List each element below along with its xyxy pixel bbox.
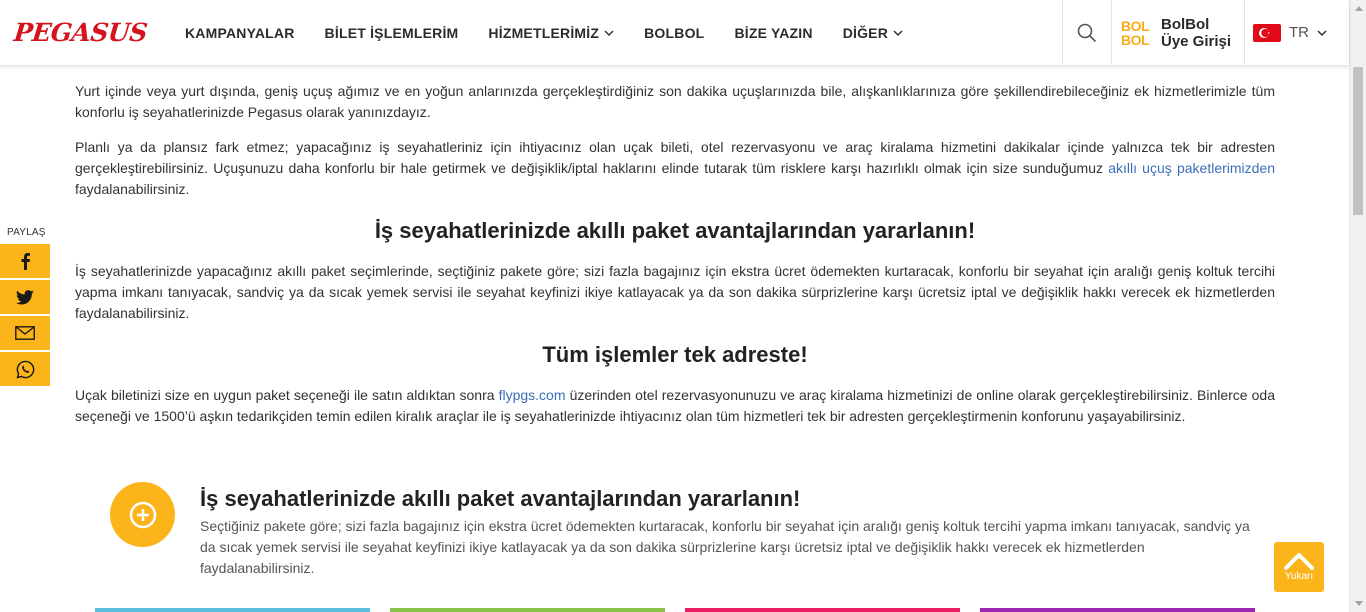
facebook-icon [21, 253, 30, 270]
feature-title: İş seyahatlerinizde akıllı paket avantaj… [200, 486, 801, 511]
packages-paragraph: İş seyahatlerinizde yapacağınız akıllı p… [75, 263, 1275, 321]
nav-bolbol[interactable]: BOLBOL [644, 25, 704, 41]
chevron-down-icon [604, 29, 614, 36]
language-code: TR [1289, 24, 1309, 41]
feature-text: Seçtiğiniz pakete göre; sizi fazla bagaj… [200, 518, 1250, 576]
card-top-bar [685, 608, 960, 612]
search-icon [1077, 23, 1097, 42]
nav-diger[interactable]: DİĞER [843, 25, 903, 41]
pegasus-logo[interactable]: PEGASUS [12, 18, 148, 47]
card-top-bar [390, 608, 665, 612]
scroll-down-arrow[interactable] [1350, 595, 1366, 612]
card-top-bar [980, 608, 1255, 612]
section-heading: İş seyahatlerinizde akıllı paket avantaj… [374, 218, 976, 243]
nav-label: BİLET İŞLEMLERİM [324, 24, 459, 41]
scroll-up-arrow[interactable] [1350, 0, 1366, 17]
whatsapp-icon [16, 360, 34, 378]
nav-bilet-islemlerim[interactable]: BİLET İŞLEMLERİM [325, 25, 459, 41]
share-email-button[interactable] [0, 316, 50, 350]
email-icon [15, 326, 35, 340]
scroll-thumb[interactable] [1353, 67, 1363, 215]
bolbol-login-button[interactable]: BOL BOL BolBol Üye Girişi [1111, 0, 1245, 65]
text-span: Planlı ya da plansız fark etmez; yapacağ… [75, 139, 1275, 176]
intro-paragraph-2: Planlı ya da plansız fark etmez; yapacağ… [75, 137, 1275, 200]
feature-icon-circle [110, 482, 175, 547]
nav-label: DİĞER [842, 24, 889, 41]
share-twitter-button[interactable] [0, 280, 50, 314]
nav-bize-yazin[interactable]: BİZE YAZIN [734, 25, 812, 41]
share-facebook-button[interactable] [0, 244, 50, 278]
back-to-top-label: Yukarı [1284, 571, 1314, 582]
share-whatsapp-button[interactable] [0, 352, 50, 386]
arrow-up-icon [1284, 553, 1314, 570]
chevron-down-icon [893, 29, 903, 36]
site-header: PEGASUS KAMPANYALAR BİLET İŞLEMLERİM HİZ… [0, 0, 1349, 66]
bolbol-logo-line2: BOL [1121, 31, 1150, 48]
bolbol-login-label: BolBol Üye Girişi [1161, 16, 1231, 50]
flypgs-link[interactable]: flypgs.com [499, 387, 566, 403]
text-span: faydalanabilirsiniz. [75, 181, 190, 197]
bolbol-logo: BOL BOL [1121, 19, 1155, 47]
bolbol-logo-line1: BOL [1121, 17, 1150, 34]
smart-packages-link[interactable]: akıllı uçuş paketlerimizden [1108, 160, 1275, 176]
text-span: Uçak biletinizi size en uygun paket seçe… [75, 387, 499, 403]
nav-label: BOLBOL [644, 24, 705, 41]
nav-kampanyalar[interactable]: KAMPANYALAR [185, 25, 295, 41]
page-scrollbar[interactable] [1349, 0, 1366, 612]
caret-down-icon [1354, 601, 1363, 606]
plus-icon [129, 501, 156, 528]
share-label: PAYLAŞ [7, 227, 46, 238]
nav-label: KAMPANYALAR [185, 24, 295, 41]
intro-paragraph: Yurt içinde veya yurt dışında, geniş uçu… [75, 83, 1275, 120]
bolbol-line1: BolBol [1161, 15, 1210, 33]
language-selector[interactable]: TR [1253, 0, 1327, 65]
search-button[interactable] [1062, 0, 1112, 65]
twitter-icon [16, 289, 34, 305]
caret-up-icon [1354, 6, 1363, 11]
section-heading-2: Tüm işlemler tek adreste! [542, 342, 808, 367]
card-top-bar [95, 608, 370, 612]
bolbol-line2: Üye Girişi [1161, 32, 1232, 50]
chevron-down-icon [1317, 29, 1327, 36]
main-nav: KAMPANYALAR BİLET İŞLEMLERİM HİZMETLERİM… [185, 0, 933, 65]
nav-hizmetlerimiz[interactable]: HİZMETLERİMİZ [488, 25, 614, 41]
one-address-paragraph: Uçak biletinizi size en uygun paket seçe… [75, 385, 1275, 427]
nav-label: HİZMETLERİMİZ [488, 24, 600, 41]
back-to-top-button[interactable]: Yukarı [1274, 542, 1324, 592]
nav-label: BİZE YAZIN [734, 24, 813, 41]
turkey-flag-icon [1253, 23, 1281, 42]
